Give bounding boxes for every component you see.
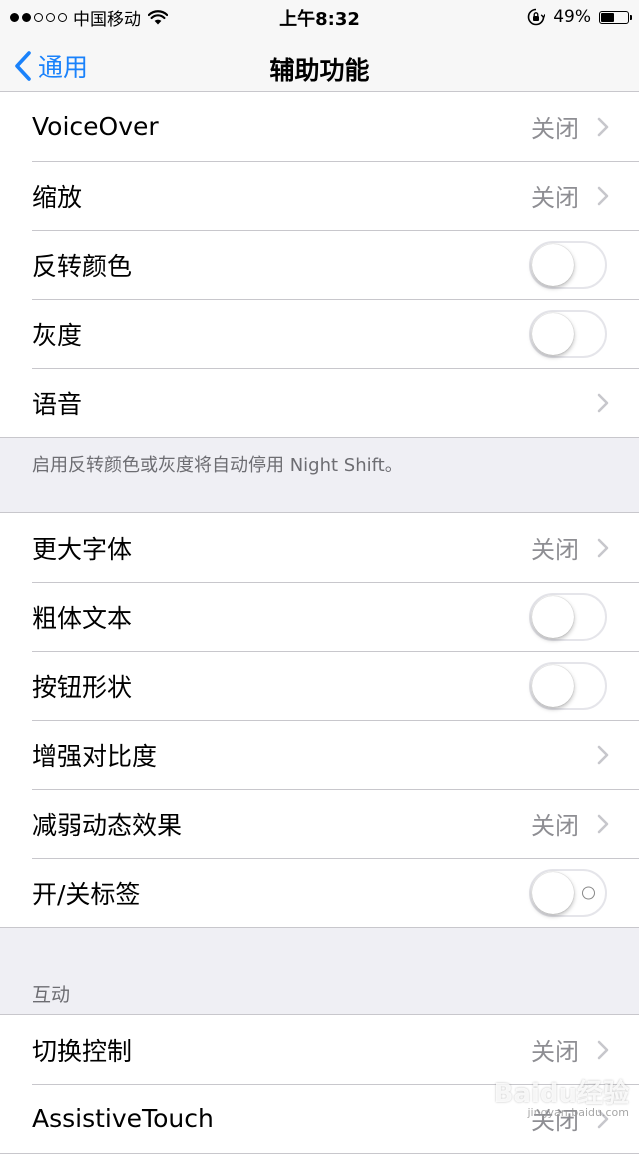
chevron-right-icon — [597, 186, 609, 205]
settings-row[interactable]: 灰度 — [0, 299, 639, 368]
settings-row[interactable]: 开/关标签 — [0, 858, 639, 927]
settings-row-value: 关闭 — [531, 1107, 579, 1135]
status-right: 49% — [527, 6, 632, 28]
chevron-right-icon — [597, 393, 609, 412]
toggle-switch[interactable] — [529, 592, 607, 641]
toggle-switch[interactable] — [529, 240, 607, 289]
chevron-right-icon — [597, 1040, 609, 1059]
settings-row[interactable]: AssistiveTouch 关闭 — [0, 1084, 639, 1153]
battery-fill — [601, 12, 614, 22]
settings-group-display: 更大字体 关闭 粗体文本 按钮形状增强对比度减弱动态效果 关闭 开/关标签 — [0, 512, 639, 928]
section-header-interaction: 互动 — [32, 984, 71, 1006]
settings-row-value: 关闭 — [531, 1038, 579, 1066]
toggle-off-label-icon — [582, 886, 595, 899]
settings-group-interaction: 切换控制 关闭 AssistiveTouch 关闭 — [0, 1014, 639, 1154]
chevron-right-icon — [597, 538, 609, 557]
settings-row[interactable]: 减弱动态效果 关闭 — [0, 789, 639, 858]
toggle-knob — [532, 871, 574, 914]
settings-row-label: 语音 — [32, 389, 83, 419]
settings-row[interactable]: VoiceOver 关闭 — [0, 92, 639, 161]
settings-row-label: 增强对比度 — [32, 741, 158, 771]
settings-row[interactable]: 切换控制 关闭 — [0, 1015, 639, 1084]
chevron-right-icon — [597, 1109, 609, 1128]
toggle-knob — [532, 664, 574, 707]
settings-row-value: 关闭 — [531, 536, 579, 564]
chevron-right-icon — [597, 814, 609, 833]
battery-percent: 49% — [553, 7, 591, 27]
settings-row[interactable]: 语音 — [0, 368, 639, 437]
status-bar: 中国移动 上午8:32 49% — [0, 0, 639, 34]
settings-row-value: 关闭 — [531, 184, 579, 212]
page-title: 辅助功能 — [269, 56, 370, 85]
chevron-right-icon — [597, 117, 609, 136]
group-footer-note: 启用反转颜色或灰度将自动停用 Night Shift。 — [32, 455, 403, 476]
settings-row-value: 关闭 — [531, 115, 579, 143]
settings-row[interactable]: 更大字体 关闭 — [0, 513, 639, 582]
toggle-knob — [532, 595, 574, 638]
settings-row[interactable]: 反转颜色 — [0, 230, 639, 299]
toggle-switch[interactable] — [529, 661, 607, 710]
toggle-knob — [532, 312, 574, 355]
settings-row[interactable]: 粗体文本 — [0, 582, 639, 651]
orientation-lock-icon — [527, 8, 546, 26]
settings-row[interactable]: 增强对比度 — [0, 720, 639, 789]
settings-row-value: 关闭 — [531, 812, 579, 840]
toggle-switch[interactable] — [529, 309, 607, 358]
toggle-switch[interactable] — [529, 868, 607, 917]
settings-row[interactable]: 缩放 关闭 — [0, 161, 639, 230]
settings-group-vision: VoiceOver 关闭 缩放 关闭 反转颜色 灰度语音 — [0, 91, 639, 438]
settings-row[interactable]: 按钮形状 — [0, 651, 639, 720]
toggle-knob — [532, 243, 574, 286]
battery-icon — [599, 10, 632, 24]
chevron-right-icon — [597, 745, 609, 764]
